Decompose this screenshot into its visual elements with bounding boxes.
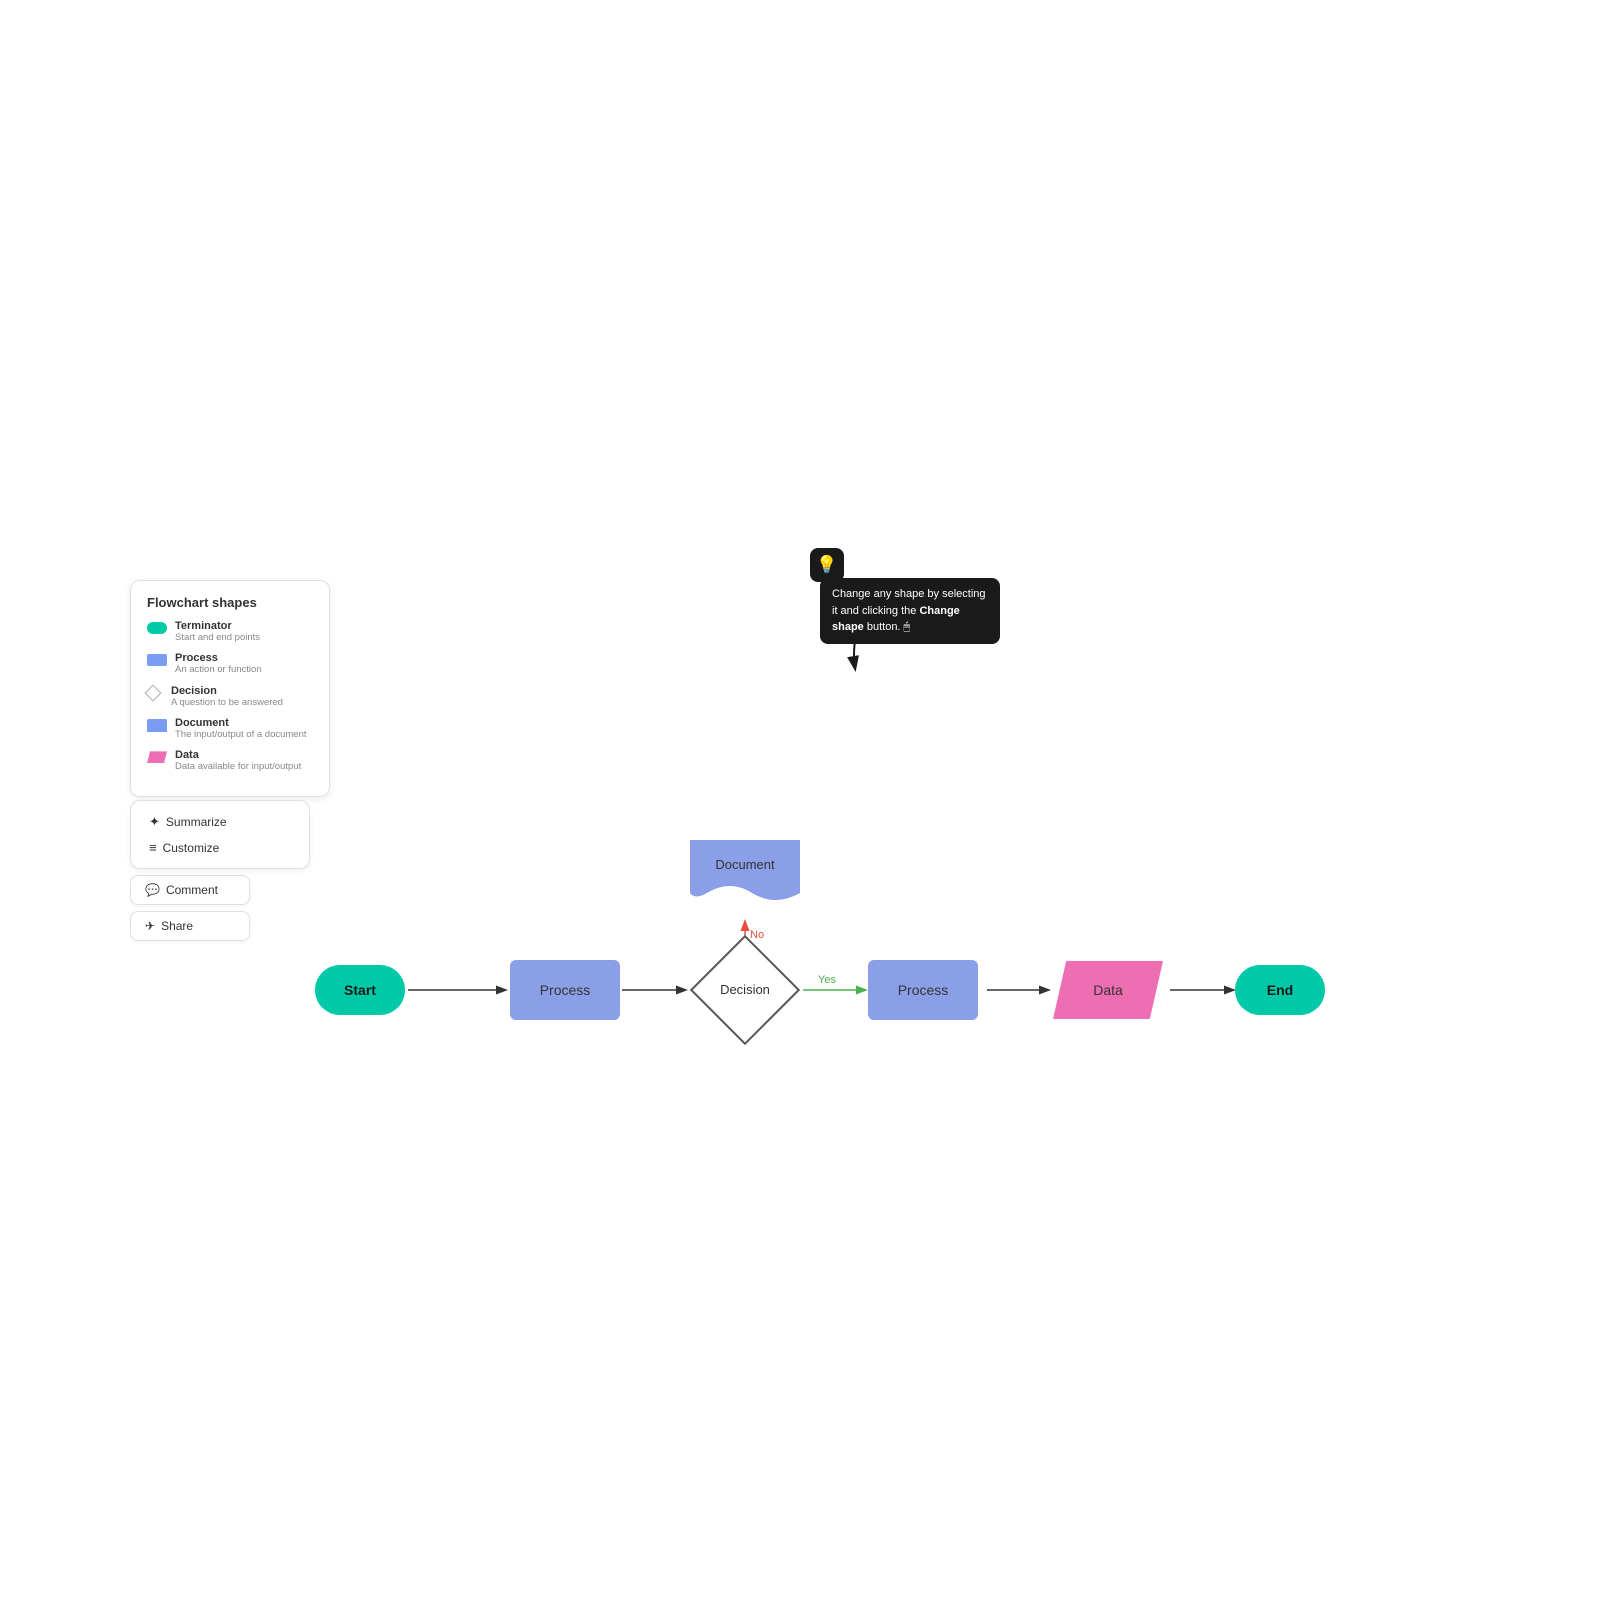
comment-label: Comment (166, 883, 218, 897)
data-icon (147, 751, 167, 763)
process1-node[interactable]: Process (510, 960, 620, 1020)
legend-item-document: Document The input/output of a document (147, 717, 313, 741)
legend-title: Flowchart shapes (147, 595, 313, 610)
share-button[interactable]: ✈ Share (130, 911, 250, 941)
comment-icon: 💬 (145, 883, 160, 897)
svg-text:Yes: Yes (818, 974, 836, 986)
legend-label-process: Process (175, 652, 262, 664)
comment-button[interactable]: 💬 Comment (130, 875, 250, 905)
summarize-label: Summarize (166, 815, 227, 829)
legend-desc-data: Data available for input/output (175, 761, 301, 773)
legend-panel: Flowchart shapes Terminator Start and en… (130, 580, 330, 797)
legend-desc-process: An action or function (175, 664, 262, 676)
decision-label: Decision (720, 982, 770, 997)
legend-label-document: Document (175, 717, 307, 729)
terminator-icon (147, 622, 167, 634)
process-icon (147, 654, 167, 666)
process2-label: Process (898, 982, 949, 998)
start-label: Start (344, 982, 376, 998)
decision-icon (145, 684, 162, 701)
tooltip-bubble: Change any shape by selecting it and cli… (820, 578, 1000, 644)
customize-label: Customize (163, 841, 220, 855)
lightbulb-icon: 💡 (810, 548, 844, 582)
end-node[interactable]: End (1235, 965, 1325, 1015)
summarize-icon: ✦ (149, 814, 160, 830)
legend-item-process: Process An action or function (147, 652, 313, 676)
data-label: Data (1093, 982, 1123, 998)
legend-item-terminator: Terminator Start and end points (147, 620, 313, 644)
document-node[interactable]: Document (685, 835, 805, 910)
start-node[interactable]: Start (315, 965, 405, 1015)
legend-desc-decision: A question to be answered (171, 697, 283, 709)
legend-desc-terminator: Start and end points (175, 632, 260, 644)
flowchart-container: Yes No Start Process Decision Document P… (270, 820, 1520, 1120)
tooltip-text: Change any shape by selecting it and cli… (832, 588, 986, 633)
legend-item-decision: Decision A question to be answered (147, 685, 313, 709)
document-label: Document (685, 857, 805, 872)
data-node[interactable]: Data (1053, 961, 1163, 1019)
share-label: Share (161, 919, 193, 933)
legend-desc-document: The input/output of a document (175, 729, 307, 741)
legend-label-decision: Decision (171, 685, 283, 697)
svg-text:No: No (750, 929, 764, 941)
process2-node[interactable]: Process (868, 960, 978, 1020)
document-icon (147, 719, 167, 732)
legend-label-data: Data (175, 749, 301, 761)
legend-item-data: Data Data available for input/output (147, 749, 313, 773)
end-label: End (1267, 982, 1293, 998)
customize-icon: ≡ (149, 840, 157, 855)
legend-label-terminator: Terminator (175, 620, 260, 632)
decision-node[interactable]: Decision (685, 947, 805, 1032)
share-icon: ✈ (145, 919, 155, 933)
process1-label: Process (540, 982, 591, 998)
